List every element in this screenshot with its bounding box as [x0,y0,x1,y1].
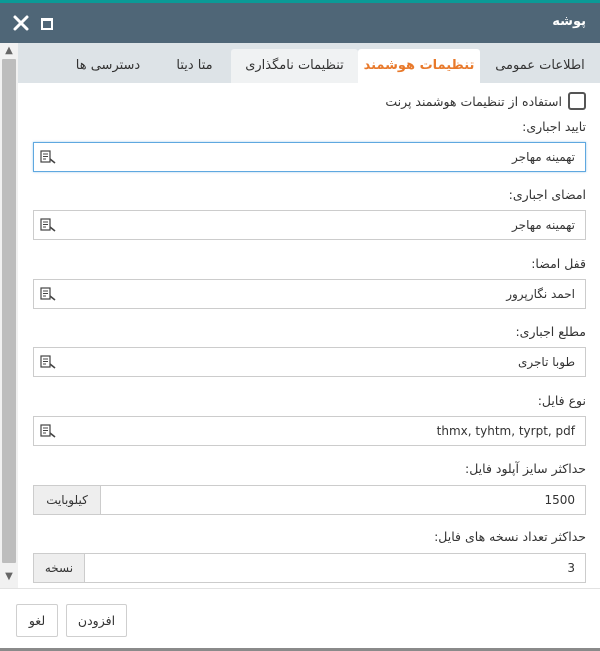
mandatory-signature-field[interactable]: تهمینه مهاجر [33,210,586,240]
tab-bar: اطلاعات عمومی تنظیمات هوشمند تنظیمات نام… [18,43,600,83]
add-button[interactable]: افزودن [66,604,127,637]
inherit-settings-checkbox[interactable] [568,92,586,110]
tab-access[interactable]: دسترسی ها [58,49,158,83]
max-upload-input[interactable]: 1500 [100,485,586,515]
tab-naming-settings[interactable]: تنظیمات نامگذاری [231,49,358,83]
file-type-label: نوع فایل: [537,393,586,408]
inherit-settings-label: استفاده از تنظیمات هوشمند پرنت [385,93,562,109]
title-bar: پوشه [0,3,600,43]
cancel-button[interactable]: لغو [16,604,58,637]
window-title: پوشه [552,14,586,29]
user-picker-icon[interactable] [40,150,56,164]
mandatory-notify-value: طوبا تاجری [518,355,575,369]
tab-smart-settings[interactable]: تنظیمات هوشمند [358,49,480,83]
close-icon[interactable] [10,12,32,34]
mandatory-notify-label: مطلع اجباری: [515,324,586,339]
max-versions-unit: نسخه [33,553,85,583]
max-upload-unit: کیلوبایت [33,485,101,515]
max-versions-input[interactable]: 3 [84,553,586,583]
scroll-up-icon[interactable]: ▲ [3,45,15,57]
mandatory-approval-field[interactable]: تهمینه مهاجر [33,142,586,172]
mandatory-approval-value: تهمینه مهاجر [512,150,575,164]
file-type-value: thmx, tyhtm, tyrpt, pdf [436,424,575,438]
signature-lock-field[interactable]: احمد نگارپرور [33,279,586,309]
mandatory-signature-label: امضای اجباری: [508,187,586,202]
mandatory-approval-label: تایید اجباری: [522,119,586,134]
smart-settings-panel: استفاده از تنظیمات هوشمند پرنت تایید اجب… [18,83,600,588]
max-versions-group: نسخه 3 [33,553,586,583]
mandatory-notify-field[interactable]: طوبا تاجری [33,347,586,377]
user-picker-icon[interactable] [40,287,56,301]
max-versions-label: حداکثر تعداد نسخه های فایل: [434,529,586,544]
signature-lock-value: احمد نگارپرور [506,287,575,301]
max-upload-label: حداکثر سایز آپلود فایل: [464,461,586,476]
dialog-footer: افزودن لغو [0,588,600,651]
file-type-field[interactable]: thmx, tyhtm, tyrpt, pdf [33,416,586,446]
user-picker-icon[interactable] [40,218,56,232]
file-type-picker-icon[interactable] [40,424,56,438]
maximize-icon[interactable] [41,18,53,30]
user-picker-icon[interactable] [40,355,56,369]
scrollbar-thumb[interactable] [2,59,16,563]
vertical-scrollbar[interactable]: ▲ ▼ [0,43,18,588]
tab-general-info[interactable]: اطلاعات عمومی [480,49,600,83]
signature-lock-label: قفل امضا: [531,256,586,271]
inherit-settings-row[interactable]: استفاده از تنظیمات هوشمند پرنت [385,91,586,111]
mandatory-signature-value: تهمینه مهاجر [512,218,575,232]
max-upload-group: کیلوبایت 1500 [33,485,586,515]
tab-metadata[interactable]: متا دیتا [158,49,231,83]
scroll-down-icon[interactable]: ▼ [3,571,15,583]
